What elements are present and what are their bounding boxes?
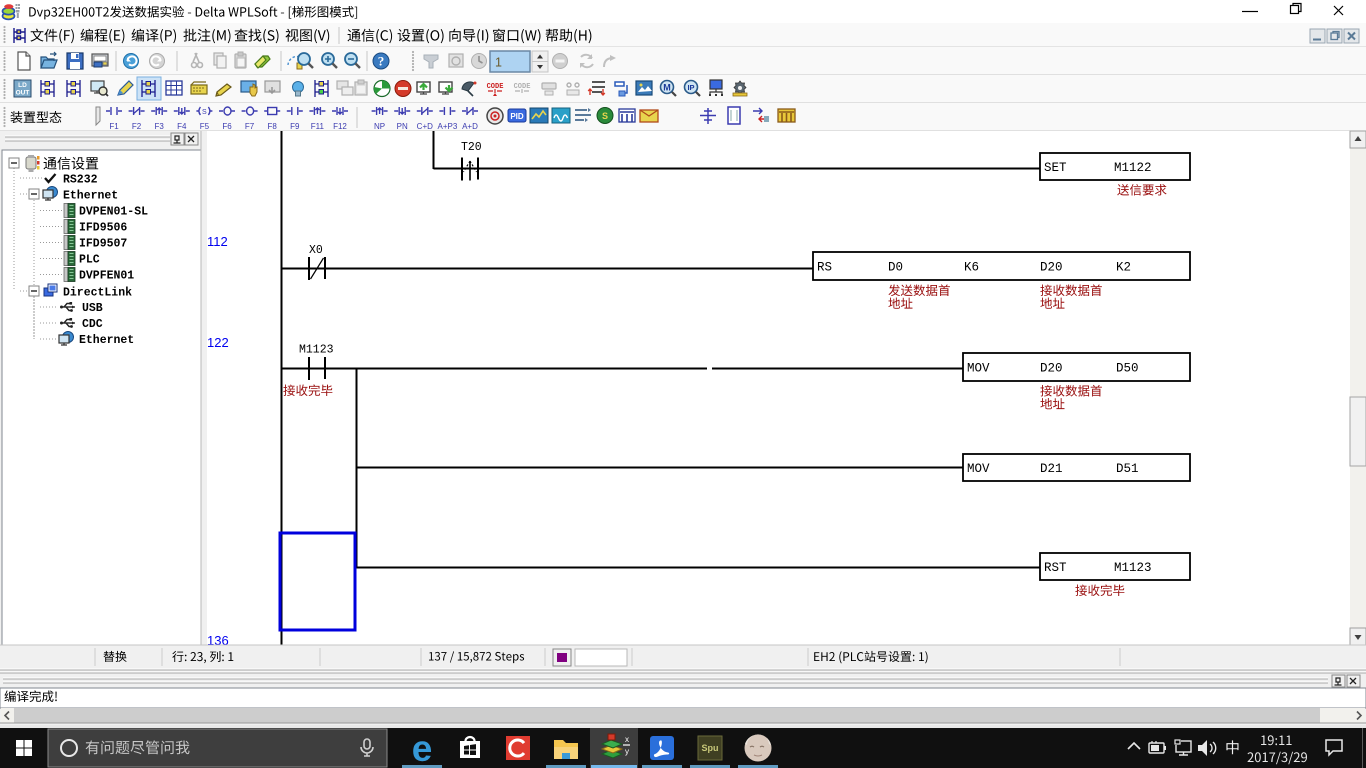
svg-text:F1: F1 — [109, 122, 119, 131]
svg-text:e: e — [412, 728, 433, 768]
svg-text:NP: NP — [374, 122, 385, 131]
svg-text:D51: D51 — [1116, 462, 1139, 476]
svg-text:DVPFEN01: DVPFEN01 — [79, 270, 134, 283]
svg-text:S: S — [202, 109, 207, 116]
svg-text:PID: PID — [510, 112, 524, 121]
svg-text:F3: F3 — [155, 122, 165, 131]
svg-text:F12: F12 — [333, 122, 347, 131]
svg-text:RS: RS — [817, 261, 832, 275]
svg-text:IP: IP — [687, 83, 694, 92]
svg-text:122: 122 — [207, 335, 229, 350]
svg-text:112: 112 — [207, 234, 228, 249]
svg-text:Ethernet: Ethernet — [79, 334, 134, 347]
svg-text:F7: F7 — [245, 122, 255, 131]
svg-text:F11: F11 — [311, 122, 325, 131]
svg-text:T20: T20 — [461, 141, 482, 154]
svg-text:F4: F4 — [177, 122, 187, 131]
svg-text:K6: K6 — [964, 261, 979, 275]
svg-text:D50: D50 — [1116, 362, 1139, 376]
svg-text:D0: D0 — [888, 261, 903, 275]
svg-text:1: 1 — [495, 56, 502, 70]
svg-text:LD: LD — [18, 82, 27, 89]
svg-text:Ethernet: Ethernet — [63, 190, 118, 203]
svg-text:MOV: MOV — [967, 362, 990, 376]
svg-text:RST: RST — [1044, 561, 1067, 575]
svg-text:K2: K2 — [1116, 261, 1131, 275]
svg-text:RS232: RS232 — [63, 174, 98, 187]
svg-text:MOV: MOV — [967, 462, 990, 476]
svg-text:y: y — [625, 747, 629, 756]
svg-text:F2: F2 — [132, 122, 142, 131]
svg-text:F8: F8 — [268, 122, 278, 131]
svg-text:OUT: OUT — [16, 90, 30, 97]
svg-text:A+P3: A+P3 — [438, 122, 458, 131]
svg-text:IFD9506: IFD9506 — [79, 222, 127, 235]
svg-text:CDC: CDC — [82, 318, 103, 331]
svg-text:x: x — [625, 735, 629, 744]
svg-text:SET: SET — [1044, 161, 1067, 175]
svg-text:D20: D20 — [1040, 261, 1063, 275]
svg-text:D20: D20 — [1040, 362, 1063, 376]
svg-text:?: ? — [378, 54, 385, 69]
svg-text:M1123: M1123 — [1114, 561, 1152, 575]
svg-text:X0: X0 — [309, 244, 323, 257]
svg-text:M1123: M1123 — [299, 344, 334, 357]
svg-text:M: M — [663, 83, 671, 93]
svg-text:PLC: PLC — [79, 254, 100, 267]
svg-text:F6: F6 — [222, 122, 232, 131]
svg-text:PN: PN — [397, 122, 408, 131]
svg-text:DirectLink: DirectLink — [63, 287, 132, 300]
svg-text:F5: F5 — [200, 122, 210, 131]
svg-text:F9: F9 — [290, 122, 300, 131]
svg-text:Spu: Spu — [702, 743, 719, 753]
svg-text:S: S — [602, 111, 608, 121]
svg-text:M1122: M1122 — [1114, 161, 1152, 175]
svg-text:D21: D21 — [1040, 462, 1063, 476]
svg-text:136: 136 — [207, 633, 229, 648]
svg-text:DVPEN01-SL: DVPEN01-SL — [79, 206, 148, 219]
svg-text:C+D: C+D — [417, 122, 433, 131]
svg-text:A+D: A+D — [462, 122, 478, 131]
svg-text:USB: USB — [82, 302, 103, 315]
svg-text:IFD9507: IFD9507 — [79, 238, 127, 251]
